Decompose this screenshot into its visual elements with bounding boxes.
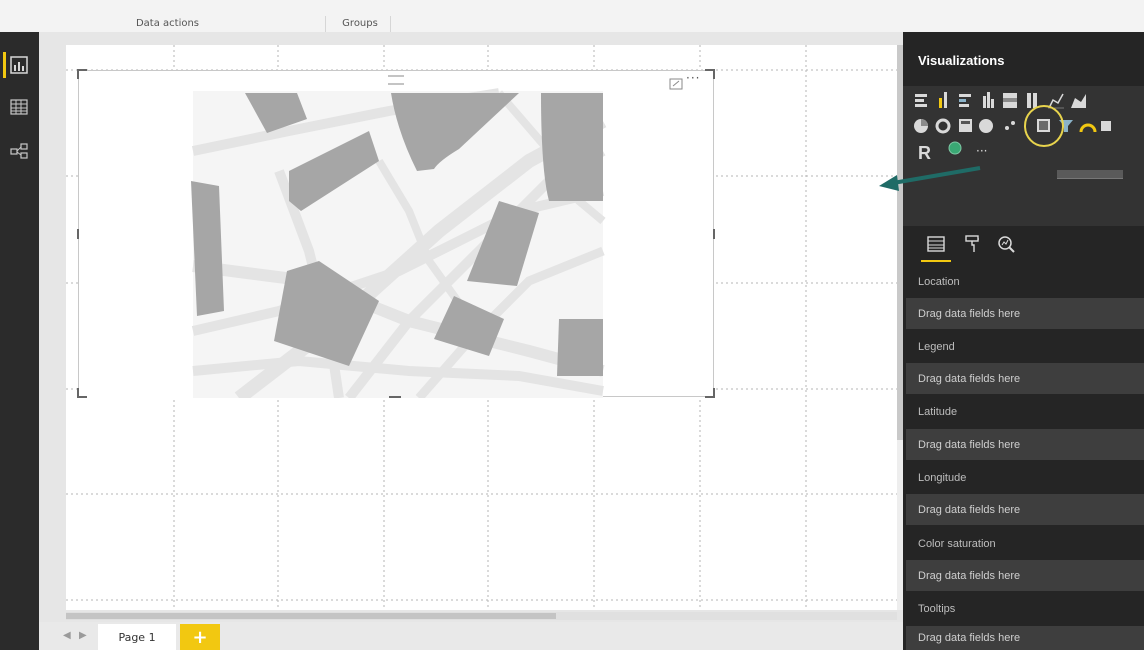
resize-handle-right[interactable] <box>713 229 715 239</box>
next-page-arrow-icon[interactable]: ▶ <box>79 630 87 641</box>
nav-relationships-view[interactable] <box>6 138 32 164</box>
scatter-icon <box>1005 121 1015 130</box>
globe-icon <box>948 141 962 155</box>
clustered-bar-icon <box>959 94 971 107</box>
more-visuals-button[interactable]: ··· <box>976 144 987 158</box>
horizontal-scroll-thumb[interactable] <box>66 613 556 619</box>
r-script-visual-button[interactable]: R <box>918 143 931 164</box>
tooltip-popup <box>1057 170 1123 179</box>
ribbon-group-data-actions: Data actions <box>10 16 326 32</box>
line-chart-icon <box>1048 93 1064 109</box>
focus-mode-button[interactable] <box>669 75 683 94</box>
resize-handle-bottom-left[interactable] <box>77 388 87 398</box>
clustered-column-icon <box>983 92 994 108</box>
well-label-location: Location <box>918 276 960 288</box>
focus-mode-icon <box>669 78 683 90</box>
fields-icon <box>927 236 945 252</box>
resize-handle-left[interactable] <box>77 229 79 239</box>
well-label-latitude: Latitude <box>918 406 958 418</box>
tab-fields[interactable] <box>922 230 950 258</box>
well-location-drop-zone[interactable]: Drag data fields here <box>906 298 1144 329</box>
ribbon-group-groups: Groups <box>330 16 391 32</box>
well-label-longitude: Longitude <box>918 472 967 484</box>
nav-report-view[interactable] <box>3 52 32 78</box>
donut-chart-icon <box>935 118 951 134</box>
resize-handle-top-right[interactable] <box>705 69 715 79</box>
well-label-color-saturation: Color saturation <box>918 538 996 550</box>
bar-chart-icon <box>10 56 28 74</box>
visual-gallery: R ··· <box>903 86 1144 226</box>
map-visual[interactable]: ··· <box>77 69 715 398</box>
globe-map-icon <box>979 119 993 133</box>
add-page-button[interactable]: + <box>180 624 220 650</box>
callout-arrow-icon <box>879 166 981 191</box>
relationships-icon <box>10 143 28 159</box>
more-options-button[interactable]: ··· <box>686 71 700 85</box>
well-label-tooltips: Tooltips <box>918 603 956 615</box>
100-stacked-bar-icon <box>1003 93 1017 108</box>
analytics-magnifier-icon <box>998 236 1015 253</box>
ribbon-group-label: Data actions <box>135 18 200 29</box>
area-chart-icon <box>1071 94 1086 108</box>
tab-format[interactable] <box>958 230 986 258</box>
table-grid-icon <box>10 99 28 115</box>
well-label-legend: Legend <box>918 341 955 353</box>
nav-data-view[interactable] <box>6 94 32 120</box>
map-placeholder-image <box>79 71 607 398</box>
tab-analytics[interactable] <box>992 230 1020 258</box>
drag-grip-icon[interactable] <box>388 75 404 85</box>
ribbon: Data actions Groups <box>0 0 1144 33</box>
pie-chart-icon <box>914 119 928 133</box>
ribbon-group-label: Groups <box>342 18 378 29</box>
active-tab-indicator <box>921 260 951 262</box>
resize-handle-top-left[interactable] <box>77 69 87 79</box>
table-icon <box>959 119 972 132</box>
well-color-saturation-drop-zone[interactable]: Drag data fields here <box>906 560 1144 591</box>
previous-page-arrow-icon[interactable]: ◀ <box>63 630 71 641</box>
tab-page-1[interactable]: Page 1 <box>98 624 176 650</box>
100-stacked-column-icon <box>1027 93 1037 108</box>
stacked-column-icon <box>939 92 947 108</box>
paint-roller-icon <box>965 235 979 252</box>
pane-title: Visualizations <box>918 53 1005 68</box>
stacked-bar-icon <box>915 94 927 107</box>
well-latitude-drop-zone[interactable]: Drag data fields here <box>906 429 1144 460</box>
well-longitude-drop-zone[interactable]: Drag data fields here <box>906 494 1144 525</box>
resize-handle-bottom-right[interactable] <box>705 388 715 398</box>
gauge-icon <box>1079 123 1097 133</box>
well-tooltips-drop-zone[interactable]: Drag data fields here <box>906 626 1144 650</box>
card-icon <box>1101 121 1111 131</box>
filled-map-icon <box>1037 119 1050 132</box>
visual-gallery-icons <box>914 92 1111 155</box>
left-nav <box>0 32 39 650</box>
funnel-icon <box>1059 120 1073 132</box>
well-legend-drop-zone[interactable]: Drag data fields here <box>906 363 1144 394</box>
resize-handle-bottom[interactable] <box>389 396 401 398</box>
